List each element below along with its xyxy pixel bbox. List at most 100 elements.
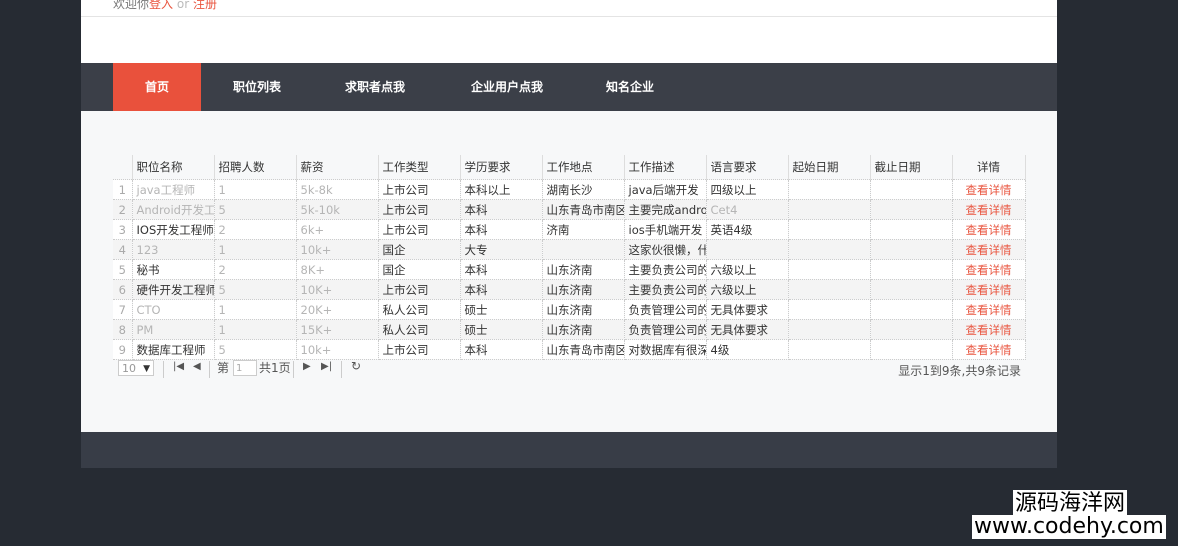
cell-start-date <box>787 259 871 280</box>
column-header-name[interactable]: 职位名称 <box>132 155 215 180</box>
cell-education: 本科 <box>459 259 543 280</box>
nav-job-seeker[interactable]: 求职者点我 <box>333 63 417 111</box>
view-detail-link[interactable]: 查看详情 <box>951 259 1026 280</box>
cell-salary: 5k-10k <box>295 199 379 220</box>
table-row[interactable]: 5 秘书 2 8K+ 国企 本科 山东济南 主要负责公司的 六级以上 查看详情 <box>113 259 1026 280</box>
page-container: 欢迎你登入 or 注册 首页 职位列表 求职者点我 企业用户点我 知名企业 职位… <box>81 0 1057 468</box>
view-detail-link[interactable]: 查看详情 <box>951 179 1026 200</box>
table-row[interactable]: 2 Android开发工 5 5k-10k 上市公司 本科 山东青岛市南区 主要… <box>113 199 1026 220</box>
job-table: 职位名称 招聘人数 薪资 工作类型 学历要求 工作地点 工作描述 语言要求 起始… <box>113 155 1026 360</box>
column-header-detail[interactable]: 详情 <box>952 155 1026 180</box>
main-content: 职位名称 招聘人数 薪资 工作类型 学历要求 工作地点 工作描述 语言要求 起始… <box>81 111 1057 432</box>
column-header-description[interactable]: 工作描述 <box>624 155 707 180</box>
cell-education: 本科 <box>459 339 543 360</box>
cell-description: 主要完成android <box>623 199 707 220</box>
pager-divider <box>209 361 210 378</box>
cell-start-date <box>787 299 871 320</box>
table-row[interactable]: 4 123 1 10k+ 国企 大专 这家伙很懒，什 查看详情 <box>113 239 1026 260</box>
view-detail-link[interactable]: 查看详情 <box>951 279 1026 300</box>
nav-home[interactable]: 首页 <box>113 63 201 111</box>
view-detail-link[interactable]: 查看详情 <box>951 199 1026 220</box>
page-number-input[interactable]: 1 <box>233 360 257 376</box>
watermark-url: www.codehy.com <box>972 514 1166 539</box>
table-row[interactable]: 7 CTO 1 20K+ 私人公司 硕士 山东济南 负责管理公司的 无具体要求 … <box>113 299 1026 320</box>
cell-description: 主要负责公司的 <box>623 279 707 300</box>
last-page-icon[interactable]: ▶| <box>321 361 332 372</box>
first-page-icon[interactable]: |◀ <box>173 361 184 372</box>
cell-salary: 15K+ <box>295 319 379 340</box>
nav-famous-companies[interactable]: 知名企业 <box>596 63 664 111</box>
cell-type: 上市公司 <box>377 219 461 240</box>
cell-language: 4级 <box>705 339 789 360</box>
cell-location: 山东青岛市南区 <box>541 339 625 360</box>
column-header-count[interactable]: 招聘人数 <box>214 155 297 180</box>
cell-type: 国企 <box>377 259 461 280</box>
cell-name: Android开发工 <box>131 199 215 220</box>
main-nav: 首页 职位列表 求职者点我 企业用户点我 知名企业 <box>81 63 1057 111</box>
column-header-education[interactable]: 学历要求 <box>460 155 543 180</box>
column-header-language[interactable]: 语言要求 <box>706 155 789 180</box>
refresh-icon[interactable]: ↻ <box>351 359 361 373</box>
column-header-salary[interactable]: 薪资 <box>296 155 379 180</box>
column-header-end-date[interactable]: 截止日期 <box>870 155 953 180</box>
row-number: 3 <box>113 219 133 240</box>
cell-count: 5 <box>213 199 297 220</box>
total-pages-label: 共1页 <box>259 361 291 375</box>
cell-type: 上市公司 <box>377 279 461 300</box>
column-header-location[interactable]: 工作地点 <box>542 155 625 180</box>
pager-divider <box>163 361 164 378</box>
column-header-type[interactable]: 工作类型 <box>378 155 461 180</box>
cell-start-date <box>787 179 871 200</box>
table-row[interactable]: 8 PM 1 15K+ 私人公司 硕士 山东济南 负责管理公司的 无具体要求 查… <box>113 319 1026 340</box>
prev-page-icon[interactable]: ◀ <box>193 361 201 372</box>
view-detail-link[interactable]: 查看详情 <box>951 219 1026 240</box>
cell-name: PM <box>131 319 215 340</box>
row-number: 2 <box>113 199 133 220</box>
cell-name: IOS开发工程师 <box>131 219 215 240</box>
row-number-header <box>113 155 133 180</box>
table-row[interactable]: 1 java工程师 1 5k-8k 上市公司 本科以上 湖南长沙 java后端开… <box>113 179 1026 200</box>
cell-salary: 8K+ <box>295 259 379 280</box>
row-number: 5 <box>113 259 133 280</box>
cell-type: 国企 <box>377 239 461 260</box>
page-label: 第 <box>217 361 230 375</box>
view-detail-link[interactable]: 查看详情 <box>951 239 1026 260</box>
cell-type: 上市公司 <box>377 339 461 360</box>
nav-enterprise-user[interactable]: 企业用户点我 <box>459 63 555 111</box>
view-detail-link[interactable]: 查看详情 <box>951 299 1026 320</box>
row-number: 8 <box>113 319 133 340</box>
cell-language: 无具体要求 <box>705 299 789 320</box>
register-link[interactable]: 注册 <box>193 0 217 11</box>
column-header-start-date[interactable]: 起始日期 <box>788 155 871 180</box>
view-detail-link[interactable]: 查看详情 <box>951 319 1026 340</box>
cell-type: 上市公司 <box>377 179 461 200</box>
cell-name: 秘书 <box>131 259 215 280</box>
table-row[interactable]: 9 数据库工程师 5 10k+ 上市公司 本科 山东青岛市南区 对数据库有很深 … <box>113 339 1026 360</box>
cell-type: 私人公司 <box>377 299 461 320</box>
cell-name: 数据库工程师 <box>131 339 215 360</box>
nav-job-list[interactable]: 职位列表 <box>221 63 293 111</box>
next-page-icon[interactable]: ▶ <box>303 361 311 372</box>
cell-salary: 5k-8k <box>295 179 379 200</box>
cell-education: 硕士 <box>459 299 543 320</box>
table-row[interactable]: 3 IOS开发工程师 2 6k+ 上市公司 本科 济南 ios手机端开发 英语4… <box>113 219 1026 240</box>
cell-language: 六级以上 <box>705 259 789 280</box>
cell-location: 山东济南 <box>541 259 625 280</box>
cell-name: 123 <box>131 239 215 260</box>
pager-divider <box>341 361 342 378</box>
page-size-select[interactable]: 10 ▼ <box>118 360 154 376</box>
cell-count: 2 <box>213 259 297 280</box>
cell-count: 1 <box>213 299 297 320</box>
cell-end-date <box>869 299 953 320</box>
page-size-value: 10 <box>122 362 136 375</box>
table-row[interactable]: 6 硬件开发工程师 5 10K+ 上市公司 本科 山东济南 主要负责公司的 六级… <box>113 279 1026 300</box>
view-detail-link[interactable]: 查看详情 <box>951 339 1026 360</box>
login-link[interactable]: 登入 <box>149 0 173 11</box>
cell-count: 5 <box>213 339 297 360</box>
cell-end-date <box>869 259 953 280</box>
cell-description: 负责管理公司的 <box>623 299 707 320</box>
cell-end-date <box>869 319 953 340</box>
cell-name: CTO <box>131 299 215 320</box>
cell-salary: 6k+ <box>295 219 379 240</box>
cell-end-date <box>869 279 953 300</box>
